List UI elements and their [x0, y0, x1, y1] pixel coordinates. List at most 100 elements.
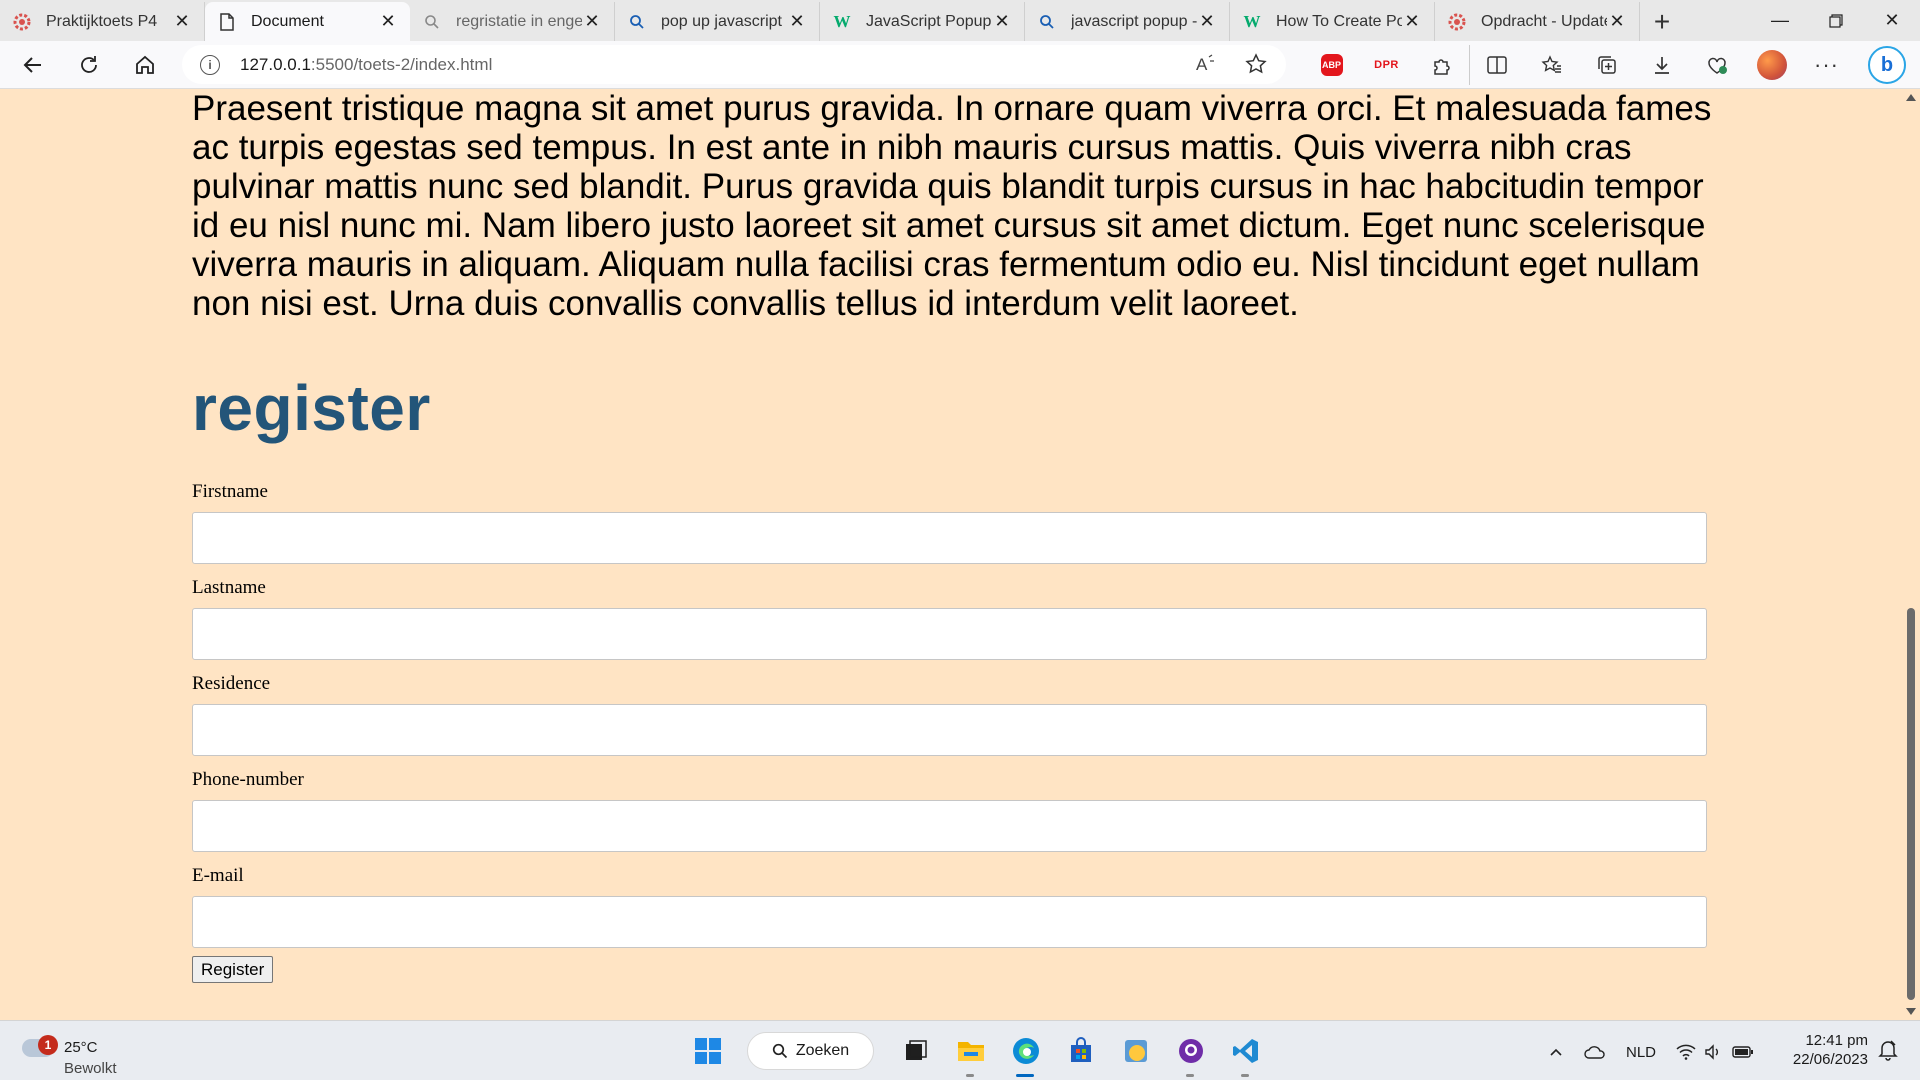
profile-button[interactable]	[1744, 45, 1799, 85]
tab-label: Document	[251, 12, 324, 30]
close-tab-icon[interactable]: ✕	[172, 11, 192, 32]
chevron-up-icon[interactable]	[1548, 1044, 1564, 1060]
scroll-down-icon[interactable]	[1906, 1008, 1916, 1015]
vscode-icon	[1232, 1039, 1258, 1063]
refresh-button[interactable]	[68, 45, 110, 85]
tab-popup-javascript[interactable]: pop up javascript - ✕	[615, 2, 820, 41]
tab-regristatie[interactable]: regristatie in engels ✕	[410, 2, 615, 41]
tab-label: Opdracht - Update	[1481, 12, 1607, 30]
github-desktop-icon	[1178, 1039, 1203, 1063]
red-gear-favicon-icon	[1447, 12, 1467, 32]
tab-label: JavaScript Popup B	[866, 12, 992, 30]
close-tab-icon[interactable]: ✕	[378, 11, 398, 32]
clock-date: 22/06/2023	[1792, 1051, 1868, 1068]
new-tab-button[interactable]: +	[1640, 2, 1684, 41]
tab-label: Praktijktoets P4	[46, 12, 158, 30]
document-icon	[217, 12, 237, 32]
phone-number-input[interactable]	[192, 800, 1707, 852]
language-indicator[interactable]: NLD	[1626, 1044, 1656, 1061]
battery-icon[interactable]	[1732, 1045, 1754, 1059]
weather-widget[interactable]: 1 25°C Bewolkt	[22, 1029, 162, 1077]
back-button[interactable]	[12, 45, 54, 85]
file-explorer-button[interactable]	[943, 1030, 998, 1077]
adblock-plus-button[interactable]: ABP	[1304, 45, 1359, 85]
onedrive-cloud-icon[interactable]	[1584, 1044, 1606, 1060]
svg-text:A: A	[1196, 55, 1208, 74]
register-heading: register	[192, 372, 431, 444]
tab-document[interactable]: Document ✕	[205, 2, 410, 41]
favorite-star-icon[interactable]	[1244, 52, 1268, 81]
scrollbar-thumb[interactable]	[1907, 608, 1915, 1000]
tab-opdracht[interactable]: Opdracht - Update ✕	[1435, 2, 1640, 41]
home-icon	[136, 55, 154, 74]
lastname-input[interactable]	[192, 608, 1707, 660]
minimize-icon[interactable]: —	[1752, 0, 1808, 41]
wifi-icon[interactable]	[1676, 1044, 1696, 1060]
tab-label: pop up javascript -	[661, 12, 787, 30]
read-aloud-icon[interactable]: A	[1194, 52, 1218, 81]
window-controls: — ✕	[1752, 0, 1920, 41]
address-bar[interactable]: i 127.0.0.1:5500/toets-2/index.html A	[182, 45, 1286, 84]
vscode-button[interactable]	[1218, 1030, 1273, 1077]
residence-input[interactable]	[192, 704, 1707, 756]
taskbar-search[interactable]: Zoeken	[747, 1032, 874, 1070]
close-tab-icon[interactable]: ✕	[1607, 11, 1627, 32]
start-button[interactable]	[680, 1030, 735, 1072]
split-screen-button[interactable]	[1469, 45, 1524, 85]
phone-number-label: Phone-number	[192, 769, 304, 790]
email-label: E-mail	[192, 865, 244, 886]
page-scrollbar[interactable]	[1902, 89, 1920, 1020]
notification-badge: 1	[38, 1035, 58, 1055]
register-button[interactable]: Register	[192, 956, 274, 983]
folder-icon	[957, 1042, 984, 1061]
w3schools-icon: W	[833, 11, 851, 31]
edge-browser-button[interactable]	[998, 1030, 1053, 1077]
url-path: :5500/toets-2/index.html	[310, 54, 493, 74]
microsoft-store-button[interactable]	[1053, 1030, 1108, 1072]
close-tab-icon[interactable]: ✕	[582, 11, 602, 32]
browser-essentials-button[interactable]	[1689, 45, 1744, 85]
site-info-icon[interactable]: i	[200, 54, 220, 75]
collections-button[interactable]	[1579, 45, 1634, 85]
restore-icon[interactable]	[1808, 0, 1864, 41]
dpr-extension-icon: DPR	[1374, 59, 1399, 71]
close-tab-icon[interactable]: ✕	[787, 11, 807, 32]
tab-javascript-popup[interactable]: javascript popup - ✕	[1025, 2, 1230, 41]
search-icon	[772, 1043, 787, 1059]
tab-how-to-create-popup[interactable]: W How To Create Pop ✕	[1230, 2, 1435, 41]
scroll-up-icon[interactable]	[1906, 94, 1916, 101]
favorites-button[interactable]	[1524, 45, 1579, 85]
github-desktop-button[interactable]	[1163, 1030, 1218, 1077]
split-screen-icon	[1487, 56, 1507, 74]
sticky-notes-icon	[1124, 1040, 1147, 1062]
red-gear-favicon-icon	[12, 12, 32, 32]
close-tab-icon[interactable]: ✕	[992, 11, 1012, 32]
bing-copilot-icon[interactable]: b	[1868, 46, 1906, 84]
firstname-label: Firstname	[192, 481, 268, 502]
downloads-button[interactable]	[1634, 45, 1689, 85]
volume-icon[interactable]	[1704, 1044, 1724, 1060]
notification-bell-icon[interactable]	[1878, 1039, 1898, 1066]
task-view-button[interactable]	[888, 1030, 943, 1072]
settings-more-button[interactable]: ···	[1799, 45, 1854, 85]
tab-w3-popup[interactable]: W JavaScript Popup B ✕	[820, 2, 1025, 41]
search-icon	[1037, 12, 1057, 32]
browser-toolbar: i 127.0.0.1:5500/toets-2/index.html A AB…	[0, 41, 1920, 89]
tab-label: regristatie in engels	[456, 12, 582, 30]
adblock-plus-icon: ABP	[1320, 54, 1343, 76]
extensions-button[interactable]	[1414, 45, 1469, 85]
tab-praktijktoets[interactable]: Praktijktoets P4 ✕	[0, 2, 205, 41]
close-tab-icon[interactable]: ✕	[1197, 11, 1217, 32]
close-tab-icon[interactable]: ✕	[1402, 11, 1422, 32]
sticky-app-button[interactable]	[1108, 1030, 1163, 1072]
home-button[interactable]	[124, 45, 166, 85]
page-content: Praesent tristique magna sit amet purus …	[0, 89, 1902, 1020]
dpr-extension-button[interactable]: DPR	[1359, 45, 1414, 85]
back-arrow-icon	[23, 56, 41, 73]
system-clock[interactable]: 12:41 pm 22/06/2023	[1784, 1031, 1868, 1069]
firstname-input[interactable]	[192, 512, 1707, 564]
collections-icon	[1597, 56, 1616, 74]
email-input[interactable]	[192, 896, 1707, 948]
close-window-icon[interactable]: ✕	[1864, 0, 1920, 41]
url-host: 127.0.0.1	[240, 54, 311, 74]
